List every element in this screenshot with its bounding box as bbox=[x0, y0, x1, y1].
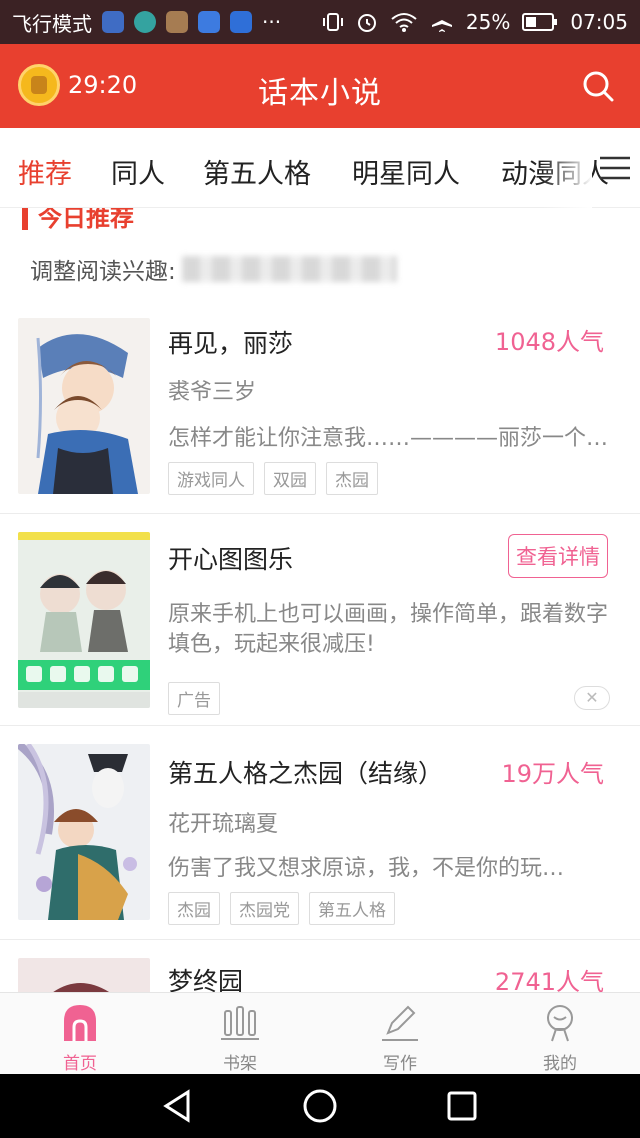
book-title: 梦终园 bbox=[168, 967, 244, 992]
app-title: 话本小说 bbox=[258, 76, 382, 111]
nav-write-label: 写作 bbox=[383, 1054, 417, 1074]
battery-icon bbox=[522, 13, 558, 31]
book-card[interactable]: 梦终园 2741人气 bbox=[0, 940, 640, 992]
ad-title: 开心图图乐 bbox=[168, 545, 294, 574]
nav-bookshelf-label: 书架 bbox=[223, 1054, 257, 1074]
tag[interactable]: 杰园 bbox=[168, 892, 220, 925]
nav-profile[interactable]: 我的 bbox=[480, 993, 640, 1074]
airplane-icon bbox=[431, 12, 452, 32]
status-bar: 飞行模式 ··· 25% 07:05 bbox=[0, 0, 640, 44]
home-icon bbox=[64, 1005, 96, 1041]
recents-icon[interactable] bbox=[444, 1088, 480, 1124]
tag[interactable]: 第五人格 bbox=[309, 892, 395, 925]
ad-label-container: 广告 bbox=[168, 682, 220, 715]
popularity: 1048人气 bbox=[494, 328, 604, 356]
back-icon[interactable] bbox=[160, 1088, 196, 1124]
book-card[interactable]: 再见，丽莎 1048人气 裘爷三岁 怎样才能让你注意我……————丽莎一个… 游… bbox=[0, 304, 640, 514]
feed: 今日推荐 调整阅读兴趣: 再见，丽莎 1048人气 裘爷三岁 怎样才能让你注意我… bbox=[0, 208, 640, 992]
paw-app-icon bbox=[230, 11, 252, 33]
nav-profile-label: 我的 bbox=[543, 1054, 577, 1074]
book-title: 第五人格之杰园（结缘） bbox=[168, 759, 444, 788]
popularity: 19万人气 bbox=[501, 760, 604, 788]
book-description: 伤害了我又想求原谅，我，不是你的玩… bbox=[168, 856, 565, 881]
section-title: 今日推荐 bbox=[22, 208, 134, 233]
vibrate-icon bbox=[322, 13, 343, 31]
category-tabs: 推荐 同人 第五人格 明星同人 动漫同人 bbox=[0, 128, 640, 208]
ad-image bbox=[18, 532, 150, 708]
shield-app-icon bbox=[198, 11, 220, 33]
battery-percent: 25% bbox=[465, 10, 511, 34]
tag[interactable]: 杰园 bbox=[326, 462, 378, 495]
popularity: 2741人气 bbox=[494, 968, 604, 992]
adjust-interest-label: 调整阅读兴趣: bbox=[30, 259, 176, 285]
profile-icon bbox=[547, 1005, 573, 1042]
nav-write[interactable]: 写作 bbox=[320, 993, 480, 1074]
tab-identity-v[interactable]: 第五人格 bbox=[203, 152, 311, 191]
alarm-icon bbox=[357, 14, 376, 32]
ad-label: 广告 bbox=[168, 682, 220, 715]
airplane-mode-label: 飞行模式 bbox=[12, 11, 92, 36]
author: 花开琉璃夏 bbox=[168, 812, 279, 837]
book-card[interactable]: 第五人格之杰园（结缘） 19万人气 花开琉璃夏 伤害了我又想求原谅，我，不是你的… bbox=[0, 726, 640, 940]
app-notification-icon bbox=[102, 11, 124, 33]
book-cover bbox=[18, 958, 150, 992]
view-details-button[interactable]: 查看详情 bbox=[508, 534, 608, 578]
tag-list: 杰园 杰园党 第五人格 bbox=[168, 892, 395, 925]
interest-tags-blurred bbox=[181, 256, 397, 282]
bookshelf-icon bbox=[221, 1006, 259, 1040]
tag[interactable]: 杰园党 bbox=[230, 892, 299, 925]
bottom-nav: 首页 书架 写作 我的 bbox=[0, 992, 640, 1074]
tag[interactable]: 游戏同人 bbox=[168, 462, 254, 495]
adjust-interest[interactable]: 调整阅读兴趣: bbox=[30, 252, 397, 286]
tab-fanfic[interactable]: 同人 bbox=[111, 152, 165, 191]
wifi-icon bbox=[391, 13, 417, 32]
nav-home[interactable]: 首页 bbox=[0, 993, 160, 1074]
ad-card[interactable]: 开心图图乐 查看详情 原来手机上也可以画画，操作简单，跟着数字填色，玩起来很减压… bbox=[0, 514, 640, 726]
ad-description: 原来手机上也可以画画，操作简单，跟着数字填色，玩起来很减压! bbox=[168, 602, 609, 657]
moon-app-icon bbox=[134, 11, 156, 33]
tabs-fade bbox=[542, 128, 592, 208]
app-header: 29:20 话本小说 bbox=[0, 44, 640, 128]
search-icon[interactable] bbox=[582, 70, 614, 102]
pen-icon bbox=[382, 1005, 418, 1041]
tab-recommend[interactable]: 推荐 bbox=[18, 152, 72, 191]
nav-home-label: 首页 bbox=[63, 1054, 97, 1074]
book-cover bbox=[18, 744, 150, 920]
tag[interactable]: 双园 bbox=[264, 462, 316, 495]
tag-list: 游戏同人 双园 杰园 bbox=[168, 462, 378, 495]
book-description: 怎样才能让你注意我……————丽莎一个… bbox=[168, 426, 609, 451]
tab-celebrity-fanfic[interactable]: 明星同人 bbox=[352, 152, 460, 191]
system-nav-bar bbox=[0, 1074, 640, 1138]
book-title: 再见，丽莎 bbox=[168, 329, 294, 358]
nav-bookshelf[interactable]: 书架 bbox=[160, 993, 320, 1074]
book-app-icon bbox=[166, 11, 188, 33]
home-circle-icon[interactable] bbox=[302, 1088, 338, 1124]
more-notifications-icon: ··· bbox=[262, 10, 282, 34]
author: 裘爷三岁 bbox=[168, 380, 257, 405]
menu-icon[interactable] bbox=[600, 156, 630, 180]
book-cover bbox=[18, 318, 150, 494]
close-ad-icon[interactable]: ✕ bbox=[574, 686, 610, 710]
clock: 07:05 bbox=[570, 10, 628, 34]
